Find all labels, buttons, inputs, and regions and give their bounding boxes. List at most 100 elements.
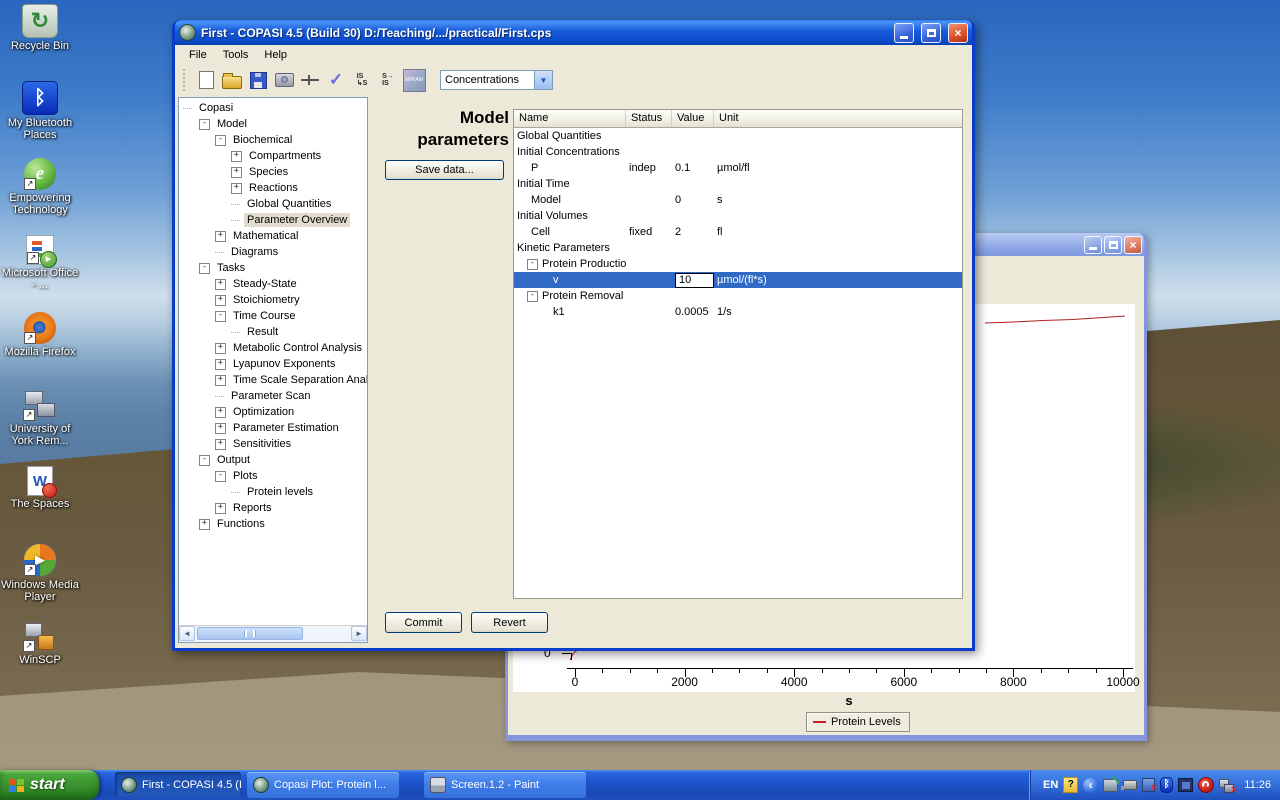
commit-button[interactable]: Commit bbox=[385, 612, 462, 633]
scrollbar-track[interactable] bbox=[195, 626, 351, 642]
collapse-icon[interactable]: - bbox=[527, 259, 538, 270]
desktop-icon-university-of-york-rem[interactable]: ↗University of York Rem... bbox=[0, 389, 80, 466]
column-header-status[interactable]: Status bbox=[626, 110, 672, 127]
expand-icon[interactable]: + bbox=[215, 279, 226, 290]
table-row-initial-concentrations[interactable]: Initial Concentrations bbox=[514, 144, 962, 160]
expand-icon[interactable]: + bbox=[215, 423, 226, 434]
expand-icon[interactable]: + bbox=[215, 343, 226, 354]
table-row-initial-time[interactable]: Initial Time bbox=[514, 176, 962, 192]
tree-item-time-course[interactable]: -Time Course bbox=[179, 308, 367, 324]
tree-item-parameter-scan[interactable]: Parameter Scan bbox=[179, 388, 367, 404]
open-file-icon[interactable] bbox=[220, 68, 244, 92]
taskbar-task-copasi-plot-protein-l[interactable]: Copasi Plot: Protein l... bbox=[247, 772, 399, 798]
display-settings-icon[interactable] bbox=[1178, 778, 1193, 792]
table-row-k1[interactable]: k10.00051/s bbox=[514, 304, 962, 320]
table-row-protein-removal[interactable]: -Protein Removal bbox=[514, 288, 962, 304]
tree-item-parameter-estimation[interactable]: +Parameter Estimation bbox=[179, 420, 367, 436]
expand-icon[interactable]: + bbox=[215, 407, 226, 418]
scrollbar-thumb[interactable] bbox=[197, 627, 303, 640]
tree-item-reports[interactable]: +Reports bbox=[179, 500, 367, 516]
desktop-icon-empowering-technology[interactable]: ↗Empowering Technology bbox=[0, 158, 80, 235]
new-file-icon[interactable] bbox=[194, 68, 218, 92]
main-window-titlebar[interactable]: First - COPASI 4.5 (Build 30) D:/Teachin… bbox=[175, 20, 972, 45]
tree-item-result[interactable]: Result bbox=[179, 324, 367, 340]
expand-icon[interactable]: + bbox=[215, 439, 226, 450]
column-header-value[interactable]: Value bbox=[672, 110, 714, 127]
table-row-global-quantities[interactable]: Global Quantities bbox=[514, 128, 962, 144]
tree-item-copasi[interactable]: Copasi bbox=[179, 100, 367, 116]
collapse-icon[interactable]: - bbox=[215, 471, 226, 482]
expand-icon[interactable]: + bbox=[215, 503, 226, 514]
antivirus-icon[interactable] bbox=[1198, 777, 1214, 793]
is-to-s-icon[interactable]: IS ↳S bbox=[350, 68, 374, 92]
close-button[interactable]: × bbox=[948, 23, 968, 43]
save-icon[interactable] bbox=[246, 68, 270, 92]
desktop-icon-mozilla-firefox[interactable]: ↗Mozilla Firefox bbox=[0, 312, 80, 389]
minimize-button[interactable] bbox=[894, 23, 914, 43]
expand-icon[interactable]: + bbox=[215, 359, 226, 370]
table-row-v[interactable]: v10µmol/(fl*s) bbox=[514, 272, 962, 288]
tree-item-global-quantities[interactable]: Global Quantities bbox=[179, 196, 367, 212]
table-row-initial-volumes[interactable]: Initial Volumes bbox=[514, 208, 962, 224]
value-edit-field[interactable]: 10 bbox=[675, 273, 714, 288]
hide-icons-chevron[interactable]: ‹ bbox=[1083, 778, 1098, 793]
tree-item-parameter-overview[interactable]: Parameter Overview bbox=[179, 212, 367, 228]
tree-item-diagrams[interactable]: Diagrams bbox=[179, 244, 367, 260]
column-header-unit[interactable]: Unit bbox=[714, 110, 962, 127]
chevron-down-icon[interactable]: ▼ bbox=[534, 71, 552, 89]
collapse-icon[interactable]: - bbox=[199, 263, 210, 274]
expand-icon[interactable]: + bbox=[199, 519, 210, 530]
tree-item-biochemical[interactable]: -Biochemical bbox=[179, 132, 367, 148]
copasi-main-window[interactable]: First - COPASI 4.5 (Build 30) D:/Teachin… bbox=[172, 20, 975, 651]
expand-icon[interactable]: + bbox=[231, 151, 242, 162]
collapse-icon[interactable]: - bbox=[527, 291, 538, 302]
close-button[interactable]: × bbox=[1124, 236, 1142, 254]
tree-item-lyapunov-exponents[interactable]: +Lyapunov Exponents bbox=[179, 356, 367, 372]
tree-item-reactions[interactable]: +Reactions bbox=[179, 180, 367, 196]
language-indicator[interactable]: EN bbox=[1043, 779, 1058, 791]
table-row-kinetic-parameters[interactable]: Kinetic Parameters bbox=[514, 240, 962, 256]
desktop-icon-recycle-bin[interactable]: Recycle Bin bbox=[0, 4, 80, 81]
tree-item-steady-state[interactable]: +Steady-State bbox=[179, 276, 367, 292]
tree-item-functions[interactable]: +Functions bbox=[179, 516, 367, 532]
expand-icon[interactable]: + bbox=[231, 183, 242, 194]
tree-item-protein-levels[interactable]: Protein levels bbox=[179, 484, 367, 500]
desktop-icon-microsoft-office[interactable]: ↗Microsoft Office - ... bbox=[0, 235, 80, 312]
desktop-icon-my-bluetooth-places[interactable]: My Bluetooth Places bbox=[0, 81, 80, 158]
scroll-left-arrow-icon[interactable]: ◄ bbox=[179, 626, 195, 641]
toolbar-grip[interactable] bbox=[183, 69, 189, 91]
expand-icon[interactable]: + bbox=[215, 375, 226, 386]
desktop-icon-winscp[interactable]: ↗WinSCP bbox=[0, 620, 80, 697]
tree-horizontal-scrollbar[interactable]: ◄ ► bbox=[179, 625, 367, 642]
network-offline-icon[interactable]: × bbox=[1219, 778, 1234, 793]
revert-button[interactable]: Revert bbox=[471, 612, 548, 633]
expand-icon[interactable]: + bbox=[231, 167, 242, 178]
collapse-icon[interactable]: - bbox=[199, 119, 210, 130]
tree-item-sensitivities[interactable]: +Sensitivities bbox=[179, 436, 367, 452]
tree-item-plots[interactable]: -Plots bbox=[179, 468, 367, 484]
taskbar-task-screen-1-2-paint[interactable]: Screen.1.2 - Paint bbox=[424, 772, 586, 798]
capture-icon[interactable] bbox=[272, 68, 296, 92]
minimize-button[interactable] bbox=[1084, 236, 1102, 254]
collapse-icon[interactable]: - bbox=[215, 311, 226, 322]
tree-item-model[interactable]: -Model bbox=[179, 116, 367, 132]
menu-help[interactable]: Help bbox=[256, 47, 295, 63]
tree-item-time-scale-separation-analysis[interactable]: +Time Scale Separation Analysis bbox=[179, 372, 367, 388]
maximize-button[interactable] bbox=[921, 23, 941, 43]
table-row-cell[interactable]: Cellfixed2fl bbox=[514, 224, 962, 240]
frame-mode-select[interactable]: Concentrations ▼ bbox=[440, 70, 553, 90]
tree-item-stoichiometry[interactable]: +Stoichiometry bbox=[179, 292, 367, 308]
miriam-icon[interactable]: MIRIAM bbox=[402, 68, 426, 92]
tree-item-compartments[interactable]: +Compartments bbox=[179, 148, 367, 164]
bluetooth-tray-icon[interactable]: ᛒ bbox=[1160, 777, 1173, 793]
check-icon[interactable]: ✓ bbox=[324, 68, 348, 92]
maximize-button[interactable] bbox=[1104, 236, 1122, 254]
save-data-button[interactable]: Save data... bbox=[385, 160, 504, 180]
wireless-network-icon[interactable] bbox=[1103, 779, 1118, 792]
collapse-icon[interactable]: - bbox=[215, 135, 226, 146]
expand-icon[interactable]: + bbox=[215, 231, 226, 242]
collapse-icon[interactable]: - bbox=[199, 455, 210, 466]
clock[interactable]: 11:26 bbox=[1244, 779, 1271, 791]
slider-icon[interactable] bbox=[298, 68, 322, 92]
column-header-name[interactable]: Name bbox=[514, 110, 626, 127]
